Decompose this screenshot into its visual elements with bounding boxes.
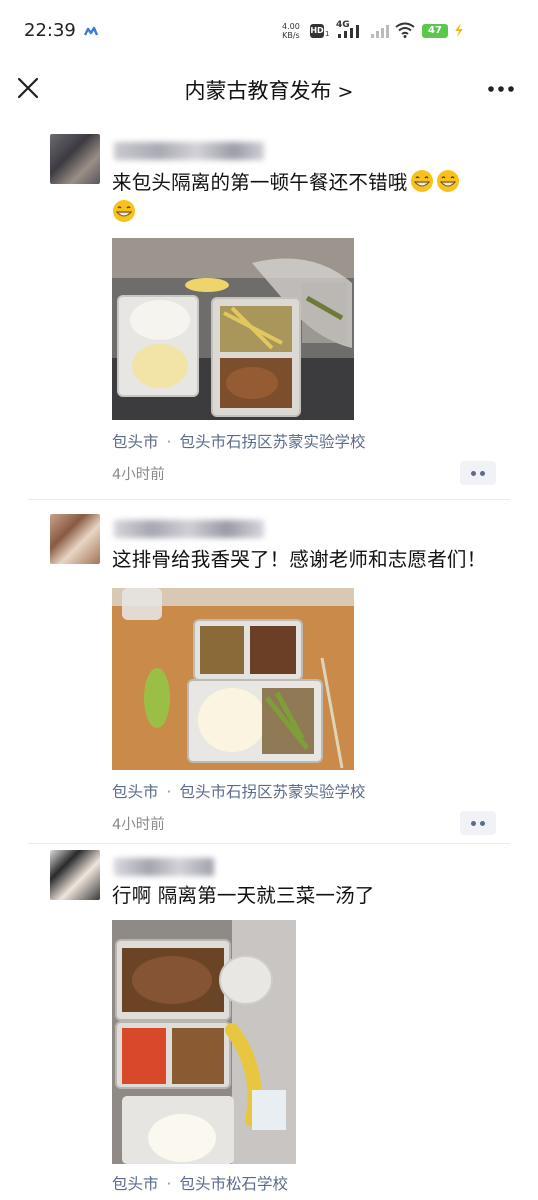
dot xyxy=(480,821,485,826)
network-speed-value: 4.00 xyxy=(282,22,300,31)
sim-slot-label: 1 xyxy=(325,30,330,38)
location-place: 包头市石拐区苏蒙实验学校 xyxy=(179,783,366,801)
location-separator: · xyxy=(166,433,172,451)
network-speed-unit: KB/s xyxy=(282,31,300,40)
wifi-icon xyxy=(395,22,415,38)
avatar[interactable] xyxy=(50,850,100,900)
status-bar: 22:39 4.00 KB/s HD 1 4G 47 xyxy=(0,0,538,62)
signal-secondary-icon xyxy=(371,25,389,38)
network-speed: 4.00 KB/s xyxy=(282,22,300,40)
grinning-face-icon xyxy=(113,200,135,222)
location-separator: · xyxy=(166,783,172,801)
author-name-blurred[interactable] xyxy=(114,142,264,160)
location-city: 包头市 xyxy=(112,433,159,451)
post: 这排骨给我香哭了！感谢老师和志愿者们！ 包头市 · 包头市石拐区苏蒙实验学校 4小时… xyxy=(0,500,538,844)
location-city: 包头市 xyxy=(112,783,159,801)
location-place: 包头市松石学校 xyxy=(179,1175,288,1193)
avatar[interactable] xyxy=(50,134,100,184)
location-link[interactable]: 包头市 · 包头市石拐区苏蒙实验学校 xyxy=(112,430,365,452)
meal-photo-image xyxy=(112,920,296,1164)
post: 来包头隔离的第一顿午餐还不错哦 包头市 · 包头市石拐区苏蒙实验学校 4小时前 xyxy=(0,122,538,500)
post-photo[interactable] xyxy=(112,920,296,1164)
avatar[interactable] xyxy=(50,514,100,564)
meal-photo-image xyxy=(112,238,354,420)
location-place: 包头市石拐区苏蒙实验学校 xyxy=(179,433,366,451)
signal-icon xyxy=(338,25,359,38)
post-text: 行啊 隔离第一天就三菜一汤了 xyxy=(112,884,375,907)
dot xyxy=(480,471,485,476)
post-photo[interactable] xyxy=(112,588,354,770)
dot xyxy=(471,471,476,476)
author-name-blurred[interactable] xyxy=(114,858,214,876)
charging-icon xyxy=(455,23,463,37)
grinning-face-icon xyxy=(410,170,433,192)
post-actions-button[interactable] xyxy=(460,811,496,835)
post-photo[interactable] xyxy=(112,238,354,420)
location-city: 包头市 xyxy=(112,1175,159,1193)
location-separator: · xyxy=(166,1175,172,1193)
post-text: 来包头隔离的第一顿午餐还不错哦 xyxy=(112,168,512,228)
dot xyxy=(471,821,476,826)
grinning-face-icon xyxy=(436,170,459,192)
meal-photo-image xyxy=(112,588,354,770)
author-name-blurred[interactable] xyxy=(114,520,264,538)
battery-indicator: 47 xyxy=(422,24,448,38)
nav-title: 内蒙古教育发布 xyxy=(184,79,332,103)
nav-title-link[interactable]: 内蒙古教育发布 > xyxy=(0,75,538,105)
more-options-icon[interactable] xyxy=(484,78,518,100)
location-link[interactable]: 包头市 · 包头市石拐区苏蒙实验学校 xyxy=(112,780,365,802)
location-link[interactable]: 包头市 · 包头市松石学校 xyxy=(112,1172,288,1194)
post-time: 4小时前 xyxy=(112,817,165,833)
post-text: 这排骨给我香哭了！感谢老师和志愿者们！ xyxy=(112,548,487,571)
chevron-right-icon: > xyxy=(337,81,354,103)
app-notification-icon xyxy=(84,26,98,36)
hd-icon: HD xyxy=(310,24,324,38)
post-actions-button[interactable] xyxy=(460,461,496,485)
post: 行啊 隔离第一天就三菜一汤了 包头市 · 包头市松石学校 xyxy=(0,844,538,1200)
status-time: 22:39 xyxy=(24,20,76,41)
nav-bar: 内蒙古教育发布 > xyxy=(0,62,538,118)
post-text-content: 来包头隔离的第一顿午餐还不错哦 xyxy=(112,171,408,194)
post-time: 4小时前 xyxy=(112,467,165,483)
